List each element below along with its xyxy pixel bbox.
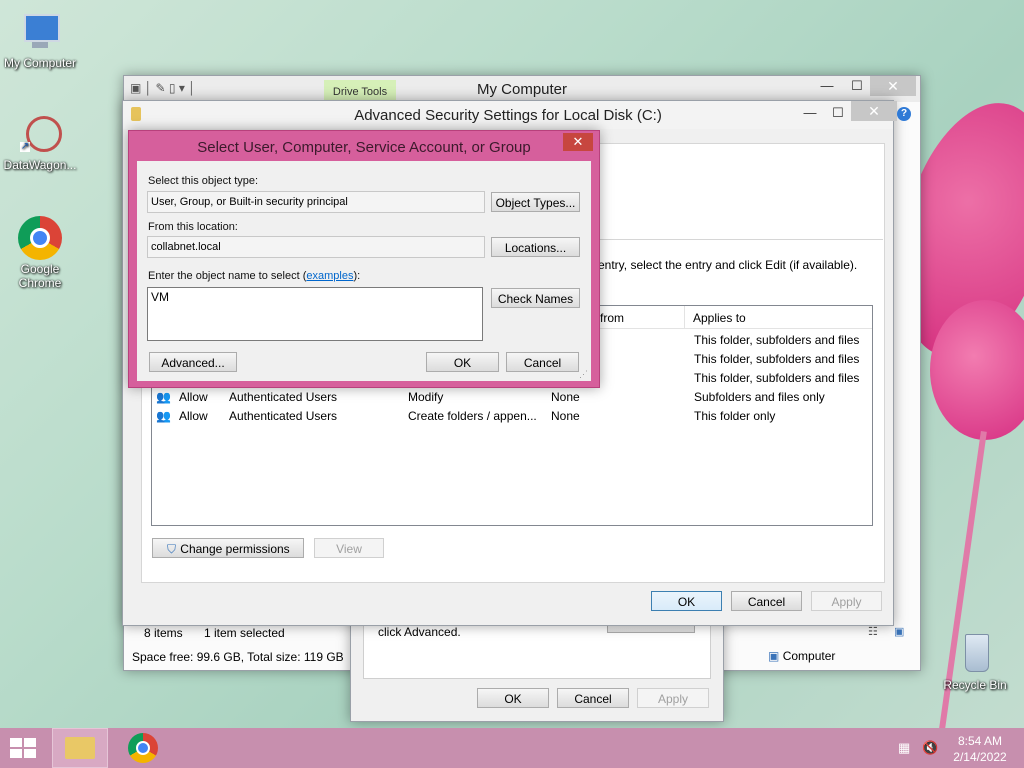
object-type-label: Select this object type: (148, 175, 259, 187)
advanced-titlebar: Advanced Security Settings for Local Dis… (123, 101, 911, 129)
taskbar: ▦ 🔇 8:54 AM 2/14/2022 (0, 728, 1024, 768)
column-header-inherited-from[interactable]: from (600, 311, 624, 325)
inherited-cell: None (551, 390, 580, 404)
inherited-cell: None (551, 409, 580, 423)
permission-row[interactable]: 👥 Allow Authenticated Users Create folde… (156, 407, 868, 426)
wallpaper-petal (930, 300, 1024, 440)
select-dialog-body: Select this object type: User, Group, or… (137, 161, 591, 381)
desktop-icon-label: Recycle Bin (943, 678, 1007, 692)
desktop-icon-label: My Computer (3, 56, 77, 70)
shield-icon: ⛉ (167, 542, 177, 556)
details-view-icon[interactable]: ☷ (868, 625, 878, 638)
desktop-icon-datawagon[interactable]: ↗ DataWagon... (0, 112, 80, 172)
users-icon: 👥 (156, 409, 171, 423)
properties-dialog: click Advanced. OK Cancel Apply (350, 610, 724, 722)
type-cell: Allow (179, 390, 208, 404)
advanced-ok-button[interactable]: OK (651, 591, 722, 611)
status-item-count: 8 items (144, 626, 183, 640)
column-divider (684, 306, 685, 328)
props-cancel-button[interactable]: Cancel (557, 688, 629, 708)
file-explorer-icon (65, 737, 95, 759)
volume-muted-icon[interactable]: 🔇 (922, 740, 938, 756)
location-label: From this location: (148, 221, 238, 233)
clock-time[interactable]: 8:54 AM (944, 734, 1016, 748)
advanced-instruction: entry, select the entry and click Edit (… (598, 258, 858, 272)
access-cell: Create folders / appen... (408, 409, 537, 423)
datawagon-icon: ↗ (18, 112, 62, 156)
props-ok-button[interactable]: OK (477, 688, 549, 708)
select-dialog-close-button[interactable]: ✕ (563, 133, 593, 151)
change-permissions-button[interactable]: ⛉ Change permissions (152, 538, 304, 558)
select-ok-button[interactable]: OK (426, 352, 499, 372)
recycle-bin-icon (953, 632, 997, 676)
large-icons-view-icon[interactable]: ▣ (894, 625, 904, 638)
clock-date[interactable]: 2/14/2022 (944, 750, 1016, 764)
computer-icon (18, 10, 62, 54)
change-permissions-label: Change permissions (180, 542, 290, 556)
advanced-content-divider (593, 239, 883, 240)
chrome-icon (18, 216, 62, 260)
desktop-icon-my-computer[interactable]: My Computer (0, 10, 80, 70)
object-type-field: User, Group, or Built-in security princi… (147, 191, 485, 213)
advanced-apply-button[interactable]: Apply (811, 591, 882, 611)
applies-to-cell: This folder, subfolders and files (694, 333, 860, 347)
access-cell: Modify (408, 390, 444, 404)
object-name-label-text: Enter the object name to select ( (148, 270, 307, 282)
start-button[interactable] (8, 736, 38, 760)
advanced-cancel-button[interactable]: Cancel (731, 591, 802, 611)
windows-logo-icon (10, 738, 36, 758)
advanced-minimize-button[interactable]: — (795, 103, 825, 123)
applies-to-cell: This folder only (694, 409, 776, 423)
help-icon[interactable]: ? (897, 107, 911, 121)
advanced-button[interactable]: Advanced... (149, 352, 237, 372)
applies-to-cell: This folder, subfolders and files (694, 371, 860, 385)
minimize-button[interactable]: — (812, 76, 842, 96)
space-info: Space free: 99.6 GB, Total size: 119 GB (132, 650, 344, 664)
explorer-titlebar: ▣ │ ✎ ▯ ▾ │ Drive Tools My Computer — ☐ … (124, 76, 920, 102)
close-button[interactable]: ✕ (870, 76, 916, 96)
select-dialog-title: Select User, Computer, Service Account, … (197, 139, 531, 156)
properties-hint: click Advanced. (378, 625, 461, 639)
users-icon: 👥 (156, 390, 171, 404)
desktop-icon-recycle-bin[interactable]: Recycle Bin (935, 632, 1015, 692)
principal-cell: Authenticated Users (229, 390, 338, 404)
select-user-dialog: Select User, Computer, Service Account, … (128, 130, 600, 388)
explorer-title: My Computer (476, 81, 568, 98)
object-name-label-end: ): (353, 270, 361, 282)
props-apply-button[interactable]: Apply (637, 688, 709, 708)
taskbar-explorer-button[interactable] (52, 728, 108, 768)
examples-link[interactable]: examples (306, 270, 353, 282)
view-button[interactable]: View (314, 538, 384, 558)
principal-cell: Authenticated Users (229, 409, 338, 423)
type-cell: Allow (179, 409, 208, 423)
location-field: collabnet.local (147, 236, 485, 258)
object-types-button[interactable]: Object Types... (491, 192, 580, 212)
taskbar-chrome-button[interactable] (124, 730, 164, 766)
applies-to-cell: This folder, subfolders and files (694, 352, 860, 366)
check-names-button[interactable]: Check Names (491, 288, 580, 308)
maximize-button[interactable]: ☐ (842, 76, 872, 96)
select-cancel-button[interactable]: Cancel (506, 352, 579, 372)
advanced-maximize-button[interactable]: ☐ (823, 103, 853, 123)
advanced-close-button[interactable]: ✕ (851, 101, 897, 121)
resize-grip[interactable]: ⋰ (579, 369, 588, 380)
network-icon[interactable]: ▦ (898, 740, 910, 756)
object-name-value: VM (151, 290, 169, 304)
column-header-applies-to[interactable]: Applies to (693, 311, 746, 325)
computer-label: Computer (782, 649, 836, 663)
desktop-icon-google-chrome[interactable]: Google Chrome (0, 216, 80, 290)
desktop-icon-label: Google Chrome (18, 262, 62, 290)
applies-to-cell: Subfolders and files only (694, 390, 825, 404)
advanced-title: Advanced Security Settings for Local Dis… (354, 107, 662, 124)
computer-small-icon: ▣ (768, 649, 780, 663)
status-selected: 1 item selected (204, 626, 285, 640)
permission-row[interactable]: 👥 Allow Authenticated Users Modify None … (156, 388, 868, 407)
status-computer: ▣ Computer (768, 649, 835, 663)
object-name-input[interactable]: VM (147, 287, 483, 341)
object-name-label: Enter the object name to select (example… (148, 270, 360, 282)
desktop-icon-label: DataWagon... (3, 158, 77, 172)
locations-button[interactable]: Locations... (491, 237, 580, 257)
chrome-icon-center (136, 741, 150, 755)
